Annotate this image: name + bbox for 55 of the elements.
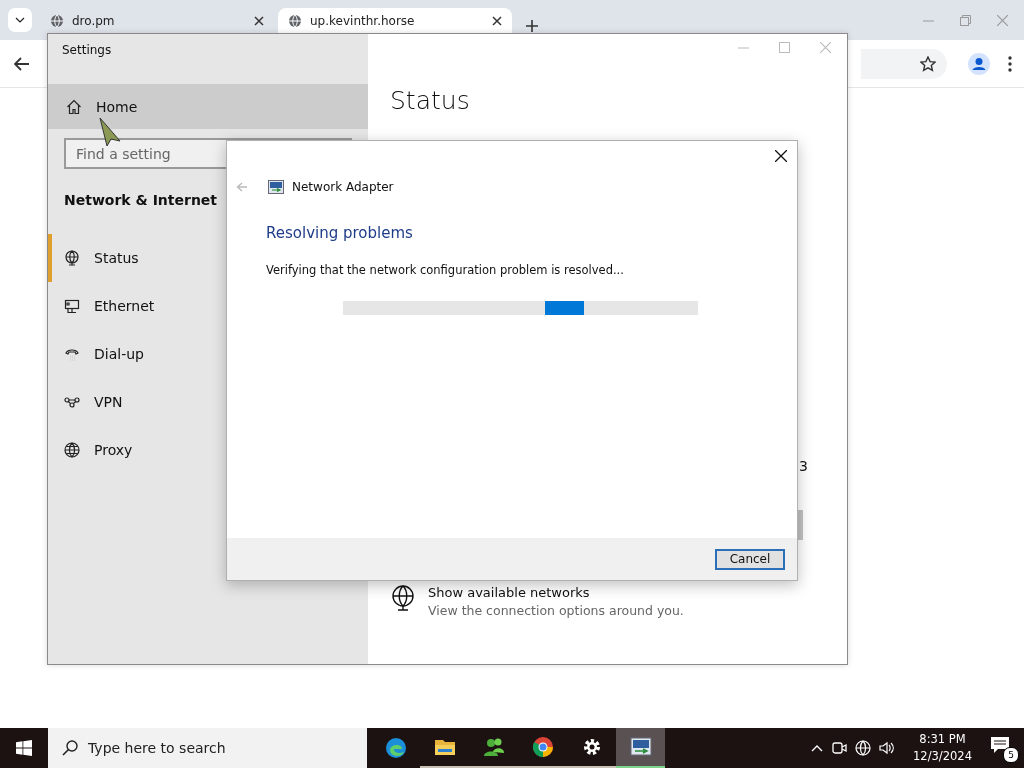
new-tab-icon[interactable] — [526, 20, 538, 32]
cursor-icon — [98, 117, 122, 147]
monitor-icon — [64, 298, 80, 314]
taskbar-search-field[interactable]: Type here to search — [48, 728, 367, 768]
chevron-up-icon[interactable] — [811, 744, 824, 752]
section-title: Network & Internet — [64, 192, 219, 208]
profile-icon[interactable] — [968, 52, 990, 75]
home-item[interactable]: Home — [48, 84, 368, 129]
notification-icon[interactable] — [990, 736, 1010, 754]
close-icon[interactable] — [254, 15, 264, 26]
globe-monitor-icon — [390, 585, 416, 611]
globe-monitor-icon — [64, 250, 80, 266]
people-icon — [482, 736, 505, 758]
windows-logo-icon — [16, 740, 32, 756]
star-icon[interactable] — [920, 55, 936, 72]
globe-icon — [50, 13, 64, 28]
taskbar-app[interactable] — [616, 728, 665, 768]
partial-text: 3 — [799, 458, 808, 474]
back-arrow-icon[interactable] — [14, 56, 30, 71]
clock-time: 8:31 PM — [918, 731, 967, 748]
window-title: Settings — [61, 42, 113, 59]
scrollbar-thumb[interactable] — [798, 510, 803, 540]
nav-item[interactable]: Dial-up — [48, 330, 368, 378]
globe-icon — [64, 442, 80, 458]
globe-icon — [288, 13, 302, 28]
network-globe-icon[interactable] — [855, 740, 872, 756]
vpn-icon — [64, 394, 80, 410]
network-adapter-icon — [629, 736, 652, 758]
home-icon — [66, 98, 82, 115]
nav-item[interactable]: VPN — [48, 378, 368, 426]
search-icon — [62, 740, 78, 756]
browser-tab[interactable]: up.kevinthr.horse — [278, 8, 512, 33]
browser-tab[interactable]: dro.pm — [40, 8, 274, 33]
menu-icon[interactable] — [1008, 55, 1012, 72]
dialog-title: Network Adapter — [292, 180, 394, 194]
close-icon[interactable] — [492, 15, 502, 26]
network-adapter-icon — [268, 180, 284, 194]
address-bar[interactable] — [861, 48, 947, 79]
nav-item[interactable]: Ethernet — [48, 282, 368, 330]
status-message: Verifying that the network configuration problem is resolved... — [266, 263, 625, 277]
meet-icon[interactable] — [831, 740, 848, 756]
close-icon[interactable] — [775, 150, 787, 162]
link-title[interactable]: Show available networks — [428, 585, 684, 600]
page-heading: Status — [390, 86, 471, 115]
dialog-heading: Resolving problems — [266, 224, 414, 242]
chevron-down-icon — [15, 17, 25, 23]
nav-item[interactable]: Proxy — [48, 426, 368, 474]
chrome-icon — [531, 736, 554, 758]
clock-date: 12/3/2024 — [913, 748, 972, 765]
edge-icon — [384, 737, 407, 759]
link-description: View the connection options around you. — [428, 603, 684, 618]
cancel-button[interactable]: Cancel — [715, 548, 785, 570]
notification-count: 5 — [1003, 747, 1019, 763]
clock[interactable]: 8:31 PM 12/3/2024 — [913, 731, 972, 765]
speaker-icon[interactable] — [879, 740, 896, 756]
